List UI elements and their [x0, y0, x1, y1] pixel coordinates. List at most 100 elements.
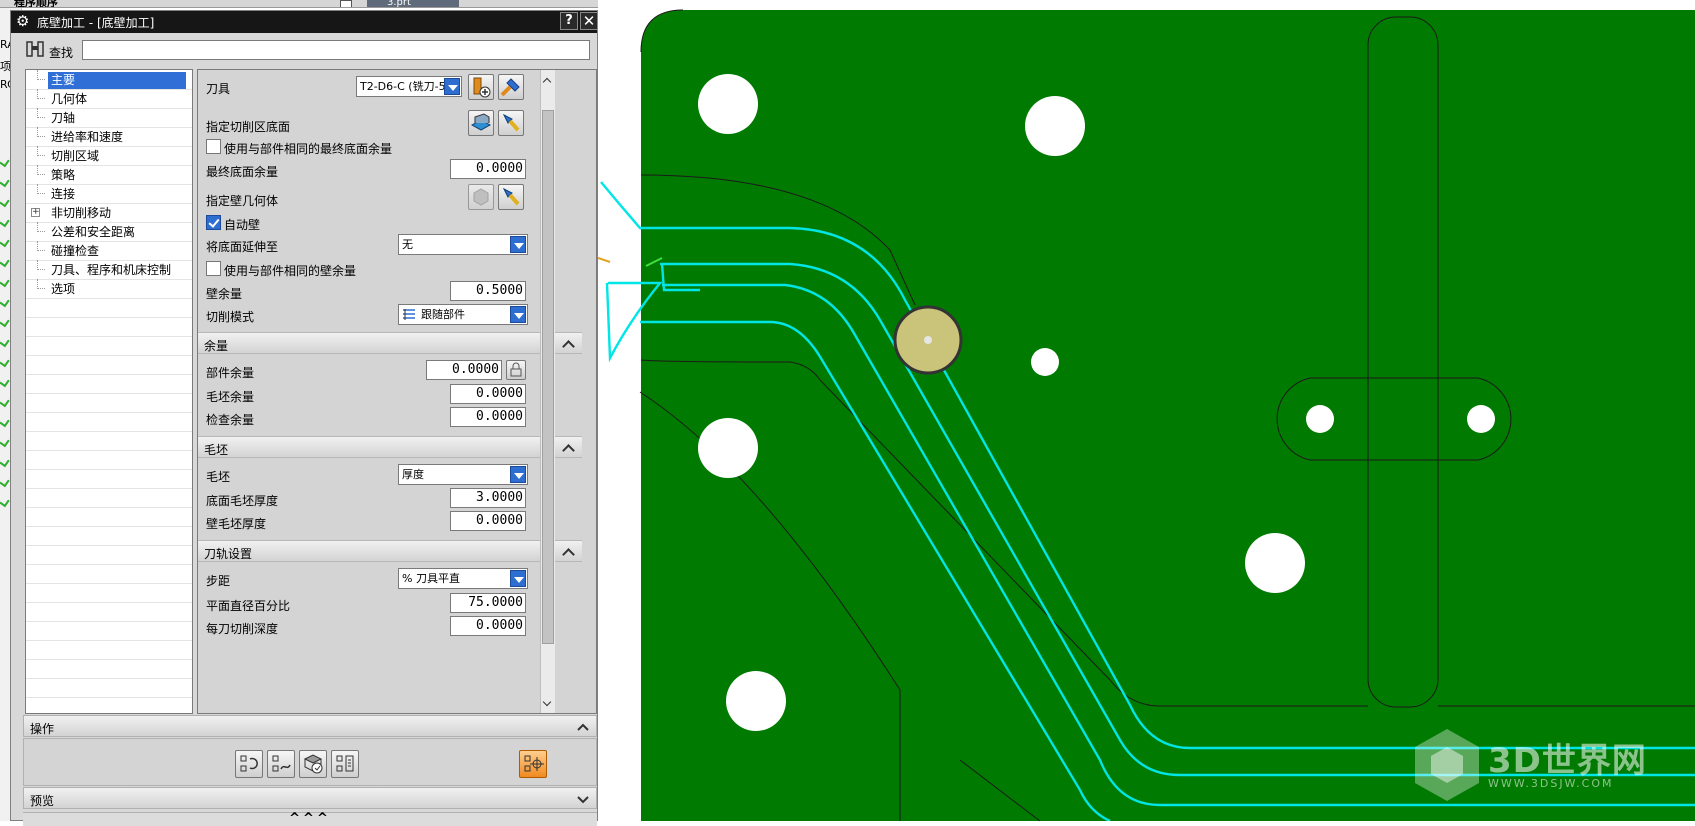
blank-stock-input[interactable]: 0.0000 [450, 384, 526, 404]
new-tool-button[interactable] [468, 74, 494, 100]
gear-icon[interactable]: ⚙ [16, 12, 29, 30]
blank-label: 毛坯 [206, 470, 231, 484]
part-body [640, 10, 1695, 821]
tree-item-options[interactable]: 选项 [26, 279, 192, 299]
blank-stock-label: 毛坯余量 [206, 390, 255, 404]
auto-wall-checkbox[interactable] [206, 215, 221, 230]
file-tab[interactable]: 3.prt [367, 0, 459, 7]
watermark: 3D世界网 WWW.3DSJW.COM [1410, 725, 1680, 805]
tree-item-geometry[interactable]: 几何体 [26, 89, 192, 109]
depth-input[interactable]: 0.0000 [450, 616, 526, 636]
tree-item-tolerances[interactable]: 公差和安全距离 [26, 222, 192, 242]
list-button[interactable] [331, 750, 359, 778]
tree-item-tool-program-machine[interactable]: 刀具、程序和机床控制 [26, 260, 192, 280]
tool-path-icon [524, 755, 544, 772]
check-stock-input[interactable]: 0.0000 [450, 407, 526, 427]
floor-wall-dialog: ⚙ 底壁加工 - [底壁加工] ? ✕ 查找 主要 几何体 刀轴 进给率和速度 … [10, 10, 598, 826]
help-button[interactable]: ? [560, 12, 578, 30]
stock-section-title: 余量 [204, 339, 229, 353]
wall-geometry-label: 指定壁几何体 [206, 194, 279, 208]
same-final-floor-checkbox[interactable] [206, 139, 221, 154]
cut-area-floor-row: 指定切削区底面 [206, 110, 536, 136]
check-icon [0, 356, 10, 368]
cut-pattern-select[interactable]: 跟随部件 [398, 304, 528, 325]
scroll-down-icon[interactable] [543, 699, 553, 709]
tree-item-strategy[interactable]: 策略 [26, 165, 192, 185]
stepover-label: 步距 [206, 574, 231, 588]
actions-section-header[interactable]: 操作 [23, 715, 597, 737]
scroll-up-icon[interactable] [543, 75, 553, 85]
lock-button[interactable] [506, 360, 526, 380]
chevron-down-icon [510, 236, 526, 253]
blank-section-header[interactable]: 毛坯 [198, 436, 582, 458]
follow-part-icon [403, 309, 415, 320]
close-button[interactable]: ✕ [580, 12, 598, 30]
depth-label: 每刀切削深度 [206, 622, 279, 636]
edit-tool-button[interactable] [498, 74, 524, 100]
floor-geometry-icon [470, 113, 492, 131]
tree-item-collision-check[interactable]: 碰撞检查 [26, 241, 192, 261]
stock-section-header[interactable]: 余量 [198, 332, 582, 354]
check-icon [0, 156, 10, 168]
verify-button[interactable] [299, 750, 327, 778]
part-stock-input[interactable]: 0.0000 [426, 360, 502, 380]
preview-section-header[interactable]: 预览 [23, 787, 597, 809]
tree-item-connections[interactable]: 连接 [26, 184, 192, 204]
find-label: 查找 [49, 46, 74, 60]
same-final-floor-row: 使用与部件相同的最终底面余量 [206, 136, 536, 158]
find-input[interactable] [82, 40, 590, 60]
dialog-titlebar[interactable]: ⚙ 底壁加工 - [底壁加工] ? ✕ [11, 11, 598, 33]
panel-scrollbar[interactable] [540, 70, 555, 713]
blank-select[interactable]: 厚度 [398, 464, 528, 485]
part-graphics [598, 9, 1695, 821]
collapse-icon[interactable] [562, 441, 576, 455]
floor-blank-input[interactable]: 3.0000 [450, 488, 526, 508]
stepover-select[interactable]: % 刀具平直 [398, 568, 528, 589]
show-wall-button[interactable] [498, 184, 524, 210]
dialog-title: 底壁加工 - [底壁加工] [37, 16, 155, 30]
wall-blank-input[interactable]: 0.0000 [450, 511, 526, 531]
preview-title: 预览 [30, 794, 55, 808]
check-icon [0, 176, 10, 188]
path-section-title: 刀轨设置 [204, 547, 253, 561]
wall-stock-input[interactable]: 0.5000 [450, 281, 526, 301]
hole [698, 74, 758, 134]
watermark-brand: 3D世界网 [1488, 741, 1647, 781]
tool-select[interactable]: T2-D6-C (铣刀-5 [356, 76, 462, 97]
same-wall-stock-checkbox[interactable] [206, 261, 221, 276]
final-floor-stock-row: 最终底面余量 0.0000 [206, 159, 536, 181]
collapse-icon[interactable] [562, 545, 576, 559]
scroll-thumb[interactable] [542, 110, 554, 644]
generate-button[interactable] [235, 750, 263, 778]
final-floor-stock-input[interactable]: 0.0000 [450, 159, 526, 179]
flashlight-icon [502, 113, 520, 132]
check-icon [0, 216, 10, 228]
show-floor-button[interactable] [498, 110, 524, 136]
category-tree: 主要 几何体 刀轴 进给率和速度 切削区域 策略 连接 + 非切削移动 公差和安全… [25, 69, 193, 714]
extend-floor-select[interactable]: 无 [398, 234, 528, 255]
tree-item-tool-axis[interactable]: 刀轴 [26, 108, 192, 128]
replay-icon [272, 755, 291, 772]
select-floor-button[interactable] [468, 110, 494, 136]
select-wall-button[interactable] [468, 184, 494, 210]
hole [698, 418, 758, 478]
graphics-viewport[interactable] [598, 0, 1695, 821]
replay-button[interactable] [267, 750, 295, 778]
tool-path-display-button[interactable] [519, 750, 547, 778]
depth-row: 每刀切削深度 0.0000 [206, 616, 536, 638]
edit-tool-icon [500, 78, 520, 97]
tree-item-cut-regions[interactable]: 切削区域 [26, 146, 192, 166]
tree-item-feeds-speeds[interactable]: 进给率和速度 [26, 127, 192, 147]
blank-section-title: 毛坯 [204, 443, 229, 457]
flat-pct-input[interactable]: 75.0000 [450, 593, 526, 613]
more-options-bar[interactable]: ^^^ [23, 812, 597, 826]
tree-item-non-cutting-moves[interactable]: + 非切削移动 [26, 203, 192, 223]
tree-item-main[interactable]: 主要 [26, 70, 192, 90]
expand-icon[interactable]: + [31, 208, 40, 217]
path-section-header[interactable]: 刀轨设置 [198, 540, 582, 562]
operation-navigator-title: 程序顺序 [14, 0, 58, 8]
same-wall-stock-label: 使用与部件相同的壁余量 [224, 264, 357, 278]
check-icon [0, 436, 10, 448]
file-tab-close-box[interactable] [340, 0, 352, 7]
collapse-icon[interactable] [562, 337, 576, 351]
